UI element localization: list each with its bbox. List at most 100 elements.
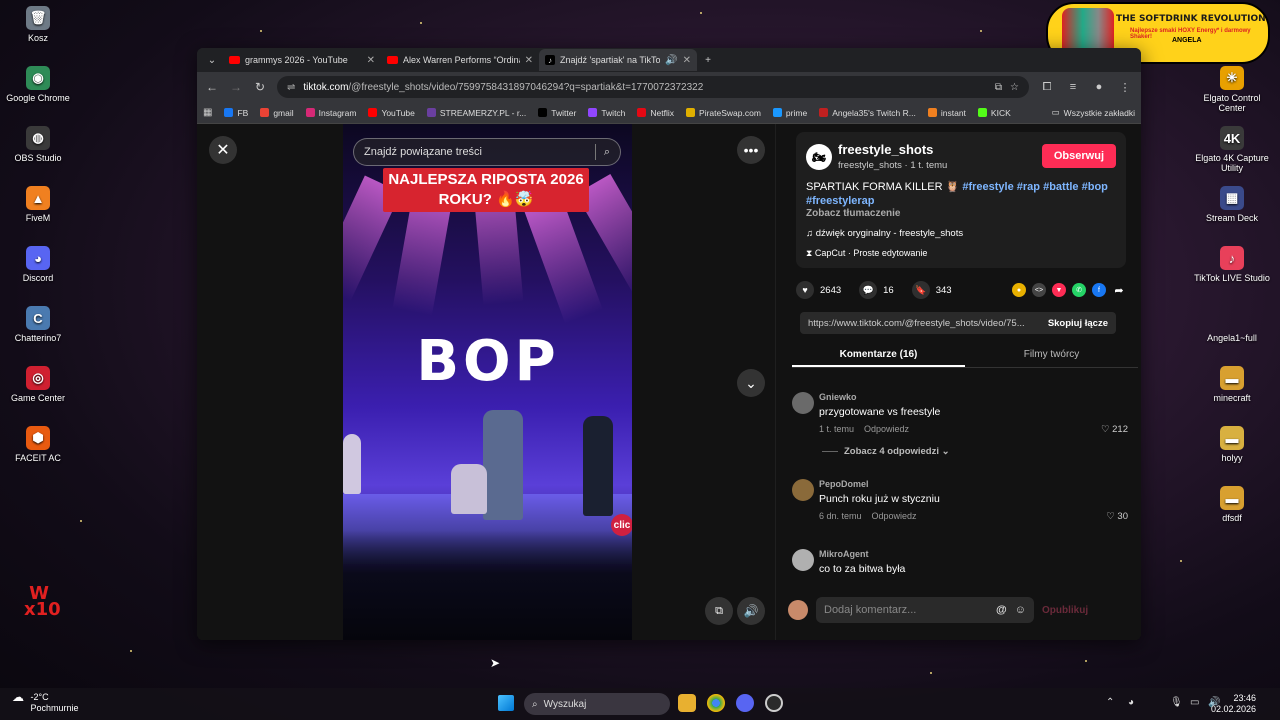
desktop-icon[interactable]: ◎ Game Center [0, 366, 76, 403]
tray-overflow-icon[interactable]: ⌃ [1106, 697, 1114, 708]
media-icon[interactable]: ≡ [1065, 81, 1081, 93]
avatar[interactable] [792, 549, 814, 571]
reload-icon[interactable]: ↻ [253, 80, 267, 94]
comment-author[interactable]: MikroAgent [819, 549, 869, 559]
windows-start-icon[interactable] [498, 695, 514, 711]
copy-link-field[interactable]: https://www.tiktok.com/@freestyle_shots/… [800, 312, 1116, 334]
send-icon[interactable]: ▼ [1052, 283, 1066, 297]
hashtag[interactable]: #bop [1082, 181, 1108, 193]
speaker-icon[interactable]: 🔊 [665, 55, 677, 66]
desktop-icon[interactable]: ◉ Google Chrome [0, 66, 76, 103]
bookmark-item[interactable]: gmail [260, 108, 294, 118]
reply-link[interactable]: Odpowiedz [864, 424, 909, 434]
see-translation-link[interactable]: Zobacz tłumaczenie [806, 208, 900, 219]
comment-input[interactable]: Dodaj komentarz... @ ☺ [816, 597, 1034, 623]
bookmark-item[interactable]: Angela35's Twitch R... [819, 108, 916, 118]
bookmark-item[interactable]: Instagram [305, 108, 356, 118]
mention-icon[interactable]: @ [996, 604, 1007, 616]
discord-tray-icon[interactable]: ◕ [1128, 697, 1134, 708]
microphone-icon[interactable]: 🎙 [1170, 697, 1183, 708]
bookmark-item[interactable]: STREAMERZY.PL - r... [426, 108, 526, 118]
bookmark-item[interactable]: Netflix [637, 108, 674, 118]
tab-creator-videos[interactable]: Filmy twórcy [965, 344, 1138, 367]
bookmark-item[interactable]: instant [927, 108, 966, 118]
hashtag[interactable]: #freestylerap [806, 195, 875, 207]
bookmark-item[interactable]: FB [224, 108, 248, 118]
post-comment-button[interactable]: Opublikuj [1042, 605, 1088, 616]
comment-icon[interactable]: 💬 [859, 281, 878, 299]
extensions-icon[interactable]: ⧠ [1039, 81, 1055, 94]
taskbar-search[interactable]: ⌕ Wyszukaj [524, 693, 670, 715]
discord-taskbar-icon[interactable] [736, 694, 754, 712]
desktop-icon[interactable]: ▦ Stream Deck [1194, 186, 1270, 223]
desktop-icon[interactable]: 4K Elgato 4K Capture Utility [1194, 126, 1270, 173]
address-bar[interactable]: ⇌ tiktok.com/@freestyle_shots/video/7599… [277, 76, 1029, 98]
emoji-icon[interactable]: ☺ [1015, 604, 1026, 616]
site-info-icon[interactable]: ⇌ [287, 82, 295, 93]
hashtag[interactable]: #freestyle [962, 181, 1013, 193]
music-row[interactable]: ♫ dźwięk oryginalny - freestyle_shots [806, 228, 963, 239]
chrome-taskbar-icon[interactable] [707, 694, 725, 712]
related-search-input[interactable]: Znajdź powiązane treści ⌕ [353, 138, 621, 166]
hashtag[interactable]: #rap [1017, 181, 1040, 193]
apps-icon[interactable]: ▦ [203, 107, 212, 118]
bookmark-item[interactable]: prime [772, 108, 807, 118]
new-tab-button[interactable]: + [697, 51, 719, 69]
desktop-icon[interactable]: 🗑 Kosz [0, 6, 76, 43]
comment-likes[interactable]: ♡ 30 [1106, 511, 1128, 522]
desktop-icon[interactable]: C Chatterino7 [0, 306, 76, 343]
install-icon[interactable]: ⧉ [995, 82, 1002, 93]
bookmark-star-icon[interactable]: ☆ [1010, 82, 1019, 93]
tab-grammys[interactable]: grammys 2026 - YouTube ✕ [223, 49, 381, 71]
capcut-row[interactable]: ⧗ CapCut · Proste edytowanie [806, 248, 927, 259]
desktop-icon[interactable]: ♪ TikTok LIVE Studio [1194, 246, 1270, 283]
view-replies-link[interactable]: Zobacz 4 odpowiedzi ⌄ [822, 446, 950, 457]
hashtag[interactable]: #battle [1043, 181, 1078, 193]
forward-icon[interactable]: → [229, 80, 243, 94]
embed-icon[interactable]: <> [1032, 283, 1046, 297]
desktop-icon[interactable]: ⬢ FACEIT AC [0, 426, 76, 463]
like-icon[interactable]: ♥ [796, 281, 814, 299]
avatar[interactable] [792, 392, 814, 414]
desktop-icon[interactable]: ◕ Discord [0, 246, 76, 283]
menu-icon[interactable]: ⋮ [1117, 81, 1133, 94]
bookmark-item[interactable]: PirateSwap.com [686, 108, 761, 118]
back-icon[interactable]: ← [205, 80, 219, 94]
search-icon[interactable]: ⌕ [604, 146, 610, 159]
video-player[interactable]: NAJLEPSZA RIPOSTA 2026 ROKU? 🔥🤯 BOP clic [343, 124, 632, 640]
volume-icon[interactable]: 🔊 [737, 597, 765, 625]
share-icon[interactable]: ➦ [1112, 283, 1126, 297]
bookmark-item[interactable]: KICK [977, 108, 1011, 118]
comment-likes[interactable]: ♡ 212 [1101, 424, 1128, 435]
network-icon[interactable]: ▭ [1190, 697, 1199, 708]
tab-tiktok[interactable]: ♪ Znajdź 'spartiak' na TikTok | TikTok 🔊 ✕ [539, 49, 697, 71]
whatsapp-icon[interactable]: ✆ [1072, 283, 1086, 297]
desktop-icon[interactable]: ▬ holyy [1194, 426, 1270, 463]
follow-button[interactable]: Obserwuj [1041, 144, 1116, 168]
weather-widget[interactable]: ☁ -2°C Pochmurnie [12, 691, 79, 714]
tab-alex-warren[interactable]: Alex Warren Performs “Ordinary” ✕ [381, 49, 539, 71]
all-bookmarks-button[interactable]: ▭ Wszystkie zakładki [1052, 107, 1135, 118]
close-tab-icon[interactable]: ✕ [683, 55, 691, 66]
coin-icon[interactable]: ● [1012, 283, 1026, 297]
copy-link-button[interactable]: Skopiuj łącze [1048, 318, 1108, 329]
bookmark-icon[interactable]: 🔖 [911, 281, 930, 299]
x10-logo[interactable]: W x10 [24, 585, 61, 620]
avatar[interactable] [792, 479, 814, 501]
close-tab-icon[interactable]: ✕ [525, 55, 533, 66]
comment-author[interactable]: Gniewko [819, 392, 857, 402]
facebook-icon[interactable]: f [1092, 283, 1106, 297]
desktop-icon[interactable]: ▬ minecraft [1194, 366, 1270, 403]
profile-avatar[interactable]: ● [1091, 81, 1107, 93]
file-explorer-icon[interactable] [678, 694, 696, 712]
more-options-icon[interactable]: ••• [737, 136, 765, 164]
creator-username[interactable]: freestyle_shots [838, 142, 933, 157]
clock[interactable]: 23:46 02.02.2026 [1211, 693, 1256, 715]
obs-taskbar-icon[interactable] [765, 694, 783, 712]
close-tab-icon[interactable]: ✕ [367, 55, 375, 66]
reply-link[interactable]: Odpowiedz [872, 511, 917, 521]
bookmark-item[interactable]: YouTube [368, 108, 415, 118]
floating-player-icon[interactable]: ⧉ [705, 597, 733, 625]
desktop-icon[interactable]: ▬ dfsdf [1194, 486, 1270, 523]
desktop-icon[interactable]: Angela1~full [1194, 306, 1270, 343]
